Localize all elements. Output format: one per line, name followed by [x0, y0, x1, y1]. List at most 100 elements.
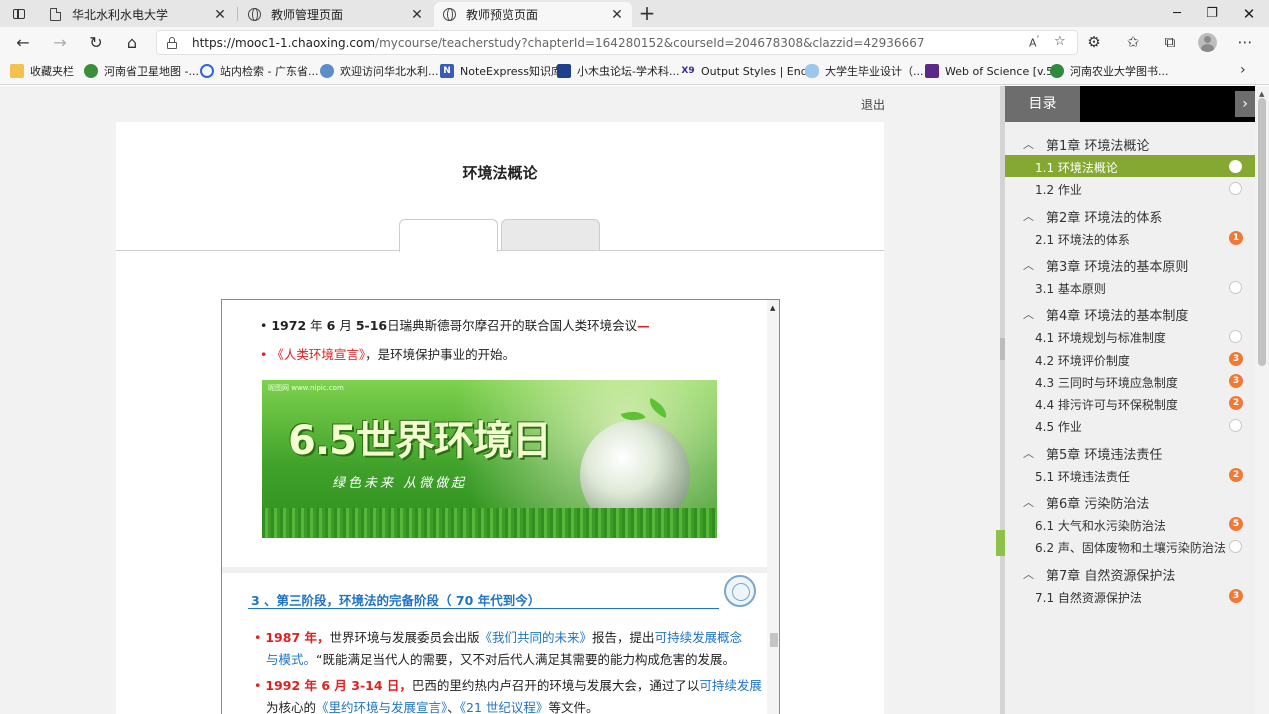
globe-icon — [442, 8, 456, 22]
profile-avatar[interactable] — [1198, 33, 1217, 52]
close-tab-icon[interactable]: ✕ — [410, 7, 424, 23]
settings-more-icon[interactable]: ⋯ — [1233, 30, 1257, 54]
bookmark-output-styles[interactable]: X9 Output Styles | End... — [681, 63, 818, 79]
home-button[interactable]: ⌂ — [119, 30, 145, 54]
document-icon — [48, 8, 62, 22]
section-item[interactable]: 4.5 作业 — [1005, 414, 1255, 436]
content-tab-2[interactable] — [501, 219, 600, 251]
bookmark-hau-library[interactable]: 河南农业大学图书... — [1050, 63, 1169, 79]
bookmarks-bar: 收藏夹栏 河南省卫星地图 -... 站内检索 - 广东省... 欢迎访问华北水利… — [0, 57, 1269, 85]
section-label: 4.5 作业 — [1035, 420, 1082, 435]
section-item[interactable]: 4.1 环境规划与标准制度 — [1005, 325, 1255, 347]
address-bar[interactable]: https://mooc1-1.chaoxing.com/mycourse/te… — [156, 30, 1078, 55]
forward-button[interactable]: → — [47, 30, 73, 54]
slide-line-1992-cont: 为核心的《里约环境与发展宣言》、《21 世纪议程》等文件。 — [266, 700, 599, 714]
refresh-button[interactable]: ↻ — [83, 30, 109, 54]
slide-2: 3 、第三阶段，环境法的完备阶段（ 70 年代到今） • 1987 年，世界环境… — [222, 573, 767, 714]
chapter-title: 第7章 自然资源保护法 — [1046, 568, 1176, 584]
extensions-icon[interactable]: ⚙ — [1082, 30, 1106, 54]
browser-tab-teacher-preview[interactable]: 教师预览页面 ✕ — [434, 2, 632, 27]
bookmark-henan-map[interactable]: 河南省卫星地图 -... — [84, 63, 199, 79]
tab-actions-menu-button[interactable] — [8, 4, 30, 24]
bookmark-graduation-design[interactable]: 大学生毕业设计（... — [805, 63, 924, 79]
viewer-scrollbar[interactable]: ▲ — [767, 300, 779, 714]
bookmark-favorites-bar[interactable]: 收藏夹栏 — [10, 63, 74, 79]
tab-underline — [116, 250, 884, 251]
minimize-button[interactable]: ─ — [1160, 0, 1194, 27]
browser-tab-hbsd[interactable]: 华北水利水电大学 ✕ — [40, 2, 235, 27]
cloud-icon — [805, 64, 819, 78]
content-tab-1[interactable] — [399, 219, 498, 252]
chapter-header[interactable]: ︿ 第3章 环境法的基本原则 — [1005, 255, 1255, 275]
section-item[interactable]: 5.1 环境违法责任 2 — [1005, 464, 1255, 486]
new-tab-button[interactable]: + — [636, 3, 658, 25]
logout-link[interactable]: 退出 — [861, 96, 885, 113]
tab-strip: 华北水利水电大学 ✕ 教师管理页面 ✕ 教师预览页面 ✕ + ─ ❐ ✕ — [0, 0, 1269, 27]
section-item[interactable]: 7.1 自然资源保护法 3 — [1005, 585, 1255, 607]
section-item[interactable]: 4.4 排污许可与环保税制度 2 — [1005, 392, 1255, 414]
browser-tab-teacher-admin[interactable]: 教师管理页面 ✕ — [239, 2, 432, 27]
close-window-button[interactable]: ✕ — [1232, 0, 1266, 27]
bookmark-web-of-science[interactable]: Web of Science [v.5... — [925, 63, 1064, 79]
slide-1: • 1972 年 6 月 5-16日瑞典斯德哥尔摩召开的联合国人类环境会议— •… — [222, 300, 767, 567]
chapter-title: 第4章 环境法的基本制度 — [1046, 309, 1189, 325]
catalog-tab[interactable]: 目录 — [1005, 86, 1080, 122]
bookmark-noteexpress[interactable]: N NoteExpress知识库 — [440, 63, 562, 79]
slide-line-1987-cont: 与模式。“既能满足当代人的需要，又不对后代人满足其需要的能力构成危害的发展。 — [266, 652, 735, 667]
chevron-up-icon[interactable]: ︿ — [1023, 445, 1034, 461]
chapter-header[interactable]: ︿ 第5章 环境违法责任 — [1005, 443, 1255, 463]
section-item[interactable]: 4.3 三同时与环境应急制度 3 — [1005, 370, 1255, 392]
section-item[interactable]: 1.2 作业 — [1005, 177, 1255, 199]
section-item[interactable]: 3.1 基本原则 — [1005, 276, 1255, 298]
chevron-up-icon[interactable]: ︿ — [1023, 566, 1034, 582]
chevron-up-icon[interactable]: ︿ — [1023, 306, 1034, 322]
scroll-up-arrow-icon[interactable]: ▲ — [1259, 90, 1264, 98]
chapter-header[interactable]: ︿ 第6章 污染防治法 — [1005, 492, 1255, 512]
back-button[interactable]: ← — [10, 30, 36, 54]
tab-title: 华北水利水电大学 — [72, 8, 169, 22]
bookmark-ncwu[interactable]: 欢迎访问华北水利... — [320, 63, 439, 79]
lock-icon[interactable] — [167, 37, 177, 49]
status-circle-icon — [1229, 280, 1242, 294]
close-tab-icon[interactable]: ✕ — [213, 7, 227, 23]
university-seal-icon — [724, 575, 756, 607]
catalog-sidebar: 目录 › ︿ 第1章 环境法概论 1.1 环境法概论 1.2 作业 ︿ 第2章 环境法的体… — [1005, 86, 1255, 714]
section-item[interactable]: 6.2 声、固体废物和土壤污染防治法 — [1005, 535, 1255, 557]
tab-title: 教师预览页面 — [466, 8, 539, 22]
add-favorite-icon[interactable]: ☆ — [1054, 34, 1066, 49]
bookmark-muchong[interactable]: 小木虫论坛-学术科... — [557, 63, 679, 79]
ppt-viewer[interactable]: • 1972 年 6 月 5-16日瑞典斯德哥尔摩召开的联合国人类环境会议— •… — [221, 299, 780, 714]
collapse-sidebar-chevron-icon[interactable]: › — [1235, 91, 1255, 117]
task-count-badge: 2 — [1229, 467, 1243, 482]
chapter-header[interactable]: ︿ 第7章 自然资源保护法 — [1005, 564, 1255, 584]
chapter-header[interactable]: ︿ 第2章 环境法的体系 — [1005, 206, 1255, 226]
section-item[interactable]: 1.1 环境法概论 — [1005, 155, 1255, 177]
chevron-up-icon[interactable]: ︿ — [1023, 257, 1034, 273]
section-item[interactable]: 2.1 环境法的体系 1 — [1005, 227, 1255, 249]
tab-actions-icon — [13, 9, 25, 19]
bookmarks-more-chevron-icon[interactable]: › — [1240, 62, 1246, 78]
favorites-icon[interactable]: ✩ — [1121, 30, 1145, 54]
globe-icon — [247, 8, 261, 22]
chapter-header[interactable]: ︿ 第4章 环境法的基本制度 — [1005, 304, 1255, 324]
bookmark-site-search[interactable]: 站内检索 - 广东省... — [200, 63, 318, 79]
section-item[interactable]: 6.1 大气和水污染防治法 5 — [1005, 513, 1255, 535]
viewer-scroll-thumb[interactable] — [770, 633, 778, 647]
chapter-header[interactable]: ︿ 第1章 环境法概论 — [1005, 134, 1255, 154]
section-label: 1.2 作业 — [1035, 183, 1082, 198]
collections-icon[interactable]: ⧉ — [1158, 30, 1182, 54]
chevron-up-icon[interactable]: ︿ — [1023, 494, 1034, 510]
read-aloud-icon[interactable]: Aʼ — [1029, 34, 1039, 50]
section-item[interactable]: 4.2 环境评价制度 3 — [1005, 348, 1255, 370]
scroll-up-arrow-icon[interactable]: ▲ — [770, 304, 775, 312]
university-icon — [320, 64, 334, 78]
chevron-up-icon[interactable]: ︿ — [1023, 136, 1034, 152]
maximize-button[interactable]: ❐ — [1195, 0, 1229, 27]
task-count-badge: 1 — [1229, 230, 1243, 245]
page-scrollbar[interactable]: ▲ — [1255, 86, 1269, 714]
chevron-up-icon[interactable]: ︿ — [1023, 208, 1034, 224]
close-tab-icon[interactable]: ✕ — [610, 7, 624, 23]
page-scroll-thumb[interactable] — [1258, 98, 1266, 366]
endnote-icon: X9 — [681, 66, 695, 76]
sidebar-collapse-toggle[interactable] — [996, 530, 1005, 556]
